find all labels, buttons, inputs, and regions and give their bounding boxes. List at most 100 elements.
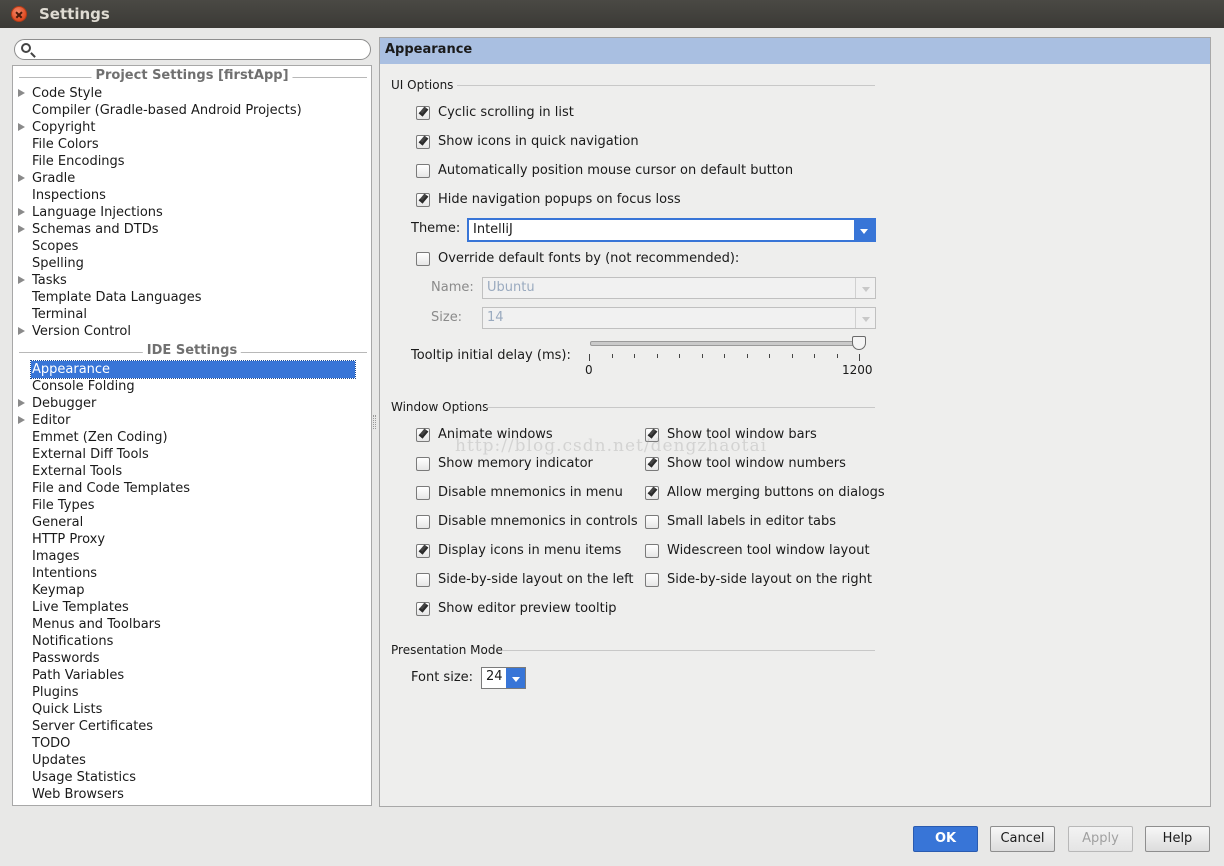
- presentation-font-size-label: Font size:: [411, 670, 474, 685]
- tree-item-external-tools[interactable]: External Tools: [13, 463, 371, 480]
- help-button[interactable]: Help: [1145, 826, 1210, 852]
- tree-item-label: Menus and Toolbars: [32, 617, 161, 632]
- tree-item-file-types[interactable]: File Types: [13, 497, 371, 514]
- font-name-label: Name:: [431, 280, 474, 295]
- chevron-down-icon[interactable]: [506, 668, 525, 688]
- tree-item-file-encodings[interactable]: File Encodings: [13, 153, 371, 170]
- checkbox-box[interactable]: [645, 486, 659, 500]
- tree-item-web-browsers[interactable]: Web Browsers: [13, 786, 371, 803]
- cancel-button[interactable]: Cancel: [990, 826, 1055, 852]
- tree-item-version-control[interactable]: Version Control: [13, 323, 371, 340]
- slider-thumb[interactable]: [852, 336, 866, 350]
- tree-item-images[interactable]: Images: [13, 548, 371, 565]
- tree-item-gradle[interactable]: Gradle: [13, 170, 371, 187]
- tree-item-label: Language Injections: [32, 205, 163, 220]
- expand-arrow-icon[interactable]: [18, 399, 25, 407]
- tree-item-label: Compiler (Gradle-based Android Projects): [32, 103, 302, 118]
- tree-item-label: Console Folding: [32, 379, 135, 394]
- checkbox-box[interactable]: [416, 515, 430, 529]
- tree-item-quick-lists[interactable]: Quick Lists: [13, 701, 371, 718]
- tree-item-terminal[interactable]: Terminal: [13, 306, 371, 323]
- tree-item-label: External Tools: [32, 464, 123, 479]
- tree-item-copyright[interactable]: Copyright: [13, 119, 371, 136]
- search-icon: [21, 43, 31, 53]
- tooltip-delay-slider[interactable]: [590, 341, 860, 346]
- splitter-handle[interactable]: [373, 415, 376, 429]
- tree-item-general[interactable]: General: [13, 514, 371, 531]
- presentation-mode-title: Presentation Mode: [391, 643, 503, 657]
- checkbox-label: Small labels in editor tabs: [667, 514, 837, 529]
- tree-item-template-data-languages[interactable]: Template Data Languages: [13, 289, 371, 306]
- expand-arrow-icon[interactable]: [18, 416, 25, 424]
- tree-item-emmet-zen-coding[interactable]: Emmet (Zen Coding): [13, 429, 371, 446]
- tree-item-spelling[interactable]: Spelling: [13, 255, 371, 272]
- tree-item-label: Version Control: [32, 324, 131, 339]
- checkbox-box[interactable]: [645, 515, 659, 529]
- tree-item-schemas-and-dtds[interactable]: Schemas and DTDs: [13, 221, 371, 238]
- chevron-down-icon: [855, 278, 875, 298]
- expand-arrow-icon[interactable]: [18, 174, 25, 182]
- tree-item-editor[interactable]: Editor: [13, 412, 371, 429]
- tree-item-plugins[interactable]: Plugins: [13, 684, 371, 701]
- tree-item-updates[interactable]: Updates: [13, 752, 371, 769]
- tree-item-intentions[interactable]: Intentions: [13, 565, 371, 582]
- project-settings-header: Project Settings [firstApp]: [13, 68, 371, 85]
- tree-item-scopes[interactable]: Scopes: [13, 238, 371, 255]
- expand-arrow-icon[interactable]: [18, 327, 25, 335]
- tree-item-external-diff-tools[interactable]: External Diff Tools: [13, 446, 371, 463]
- tree-item-todo[interactable]: TODO: [13, 735, 371, 752]
- tree-item-appearance[interactable]: Appearance: [13, 360, 371, 379]
- slider-tick: [724, 354, 725, 358]
- tree-item-passwords[interactable]: Passwords: [13, 650, 371, 667]
- tree-item-label: Terminal: [32, 307, 87, 322]
- tree-item-code-style[interactable]: Code Style: [13, 85, 371, 102]
- tree-item-inspections[interactable]: Inspections: [13, 187, 371, 204]
- tree-item-file-and-code-templates[interactable]: File and Code Templates: [13, 480, 371, 497]
- tree-item-label: Appearance: [30, 360, 356, 379]
- font-size-label: Size:: [431, 310, 463, 325]
- tree-item-keymap[interactable]: Keymap: [13, 582, 371, 599]
- expand-arrow-icon[interactable]: [18, 123, 25, 131]
- checkbox-box[interactable]: [416, 428, 430, 442]
- tree-item-usage-statistics[interactable]: Usage Statistics: [13, 769, 371, 786]
- tree-item-label: Server Certificates: [32, 719, 154, 734]
- checkbox-box[interactable]: [645, 457, 659, 471]
- tree-item-live-templates[interactable]: Live Templates: [13, 599, 371, 616]
- presentation-font-size-select[interactable]: 24: [481, 667, 526, 689]
- expand-arrow-icon[interactable]: [18, 208, 25, 216]
- checkbox-box[interactable]: [416, 457, 430, 471]
- tree-item-label: Spelling: [32, 256, 84, 271]
- tree-item-tasks[interactable]: Tasks: [13, 272, 371, 289]
- tree-item-label: Gradle: [32, 171, 76, 186]
- tree-item-server-certificates[interactable]: Server Certificates: [13, 718, 371, 735]
- tree-item-path-variables[interactable]: Path Variables: [13, 667, 371, 684]
- tree-item-language-injections[interactable]: Language Injections: [13, 204, 371, 221]
- chevron-down-icon[interactable]: [854, 220, 874, 240]
- tree-item-menus-and-toolbars[interactable]: Menus and Toolbars: [13, 616, 371, 633]
- checkbox-label: Show tool window numbers: [667, 456, 846, 471]
- close-icon[interactable]: [11, 6, 27, 22]
- tree-item-console-folding[interactable]: Console Folding: [13, 378, 371, 395]
- tree-item-label: Live Templates: [32, 600, 129, 615]
- search-input[interactable]: [14, 39, 371, 60]
- tree-item-label: Code Style: [32, 86, 103, 101]
- theme-select[interactable]: IntelliJ: [467, 218, 876, 242]
- tree-item-file-colors[interactable]: File Colors: [13, 136, 371, 153]
- expand-arrow-icon[interactable]: [18, 276, 25, 284]
- expand-arrow-icon[interactable]: [18, 89, 25, 97]
- ide-settings-header: IDE Settings: [13, 343, 371, 360]
- tree-item-debugger[interactable]: Debugger: [13, 395, 371, 412]
- checkbox-box[interactable]: [416, 486, 430, 500]
- checkbox-box[interactable]: [416, 573, 430, 587]
- tree-item-http-proxy[interactable]: HTTP Proxy: [13, 531, 371, 548]
- slider-min-label: 0: [585, 363, 593, 377]
- ok-button[interactable]: OK: [913, 826, 978, 852]
- tree-item-compiler-gradle-based-android-projects[interactable]: Compiler (Gradle-based Android Projects): [13, 102, 371, 119]
- checkbox-box[interactable]: [645, 544, 659, 558]
- tree-item-notifications[interactable]: Notifications: [13, 633, 371, 650]
- checkbox-box[interactable]: [416, 602, 430, 616]
- checkbox-box[interactable]: [645, 573, 659, 587]
- tree-item-label: External Diff Tools: [32, 447, 149, 462]
- checkbox-box[interactable]: [416, 544, 430, 558]
- expand-arrow-icon[interactable]: [18, 225, 25, 233]
